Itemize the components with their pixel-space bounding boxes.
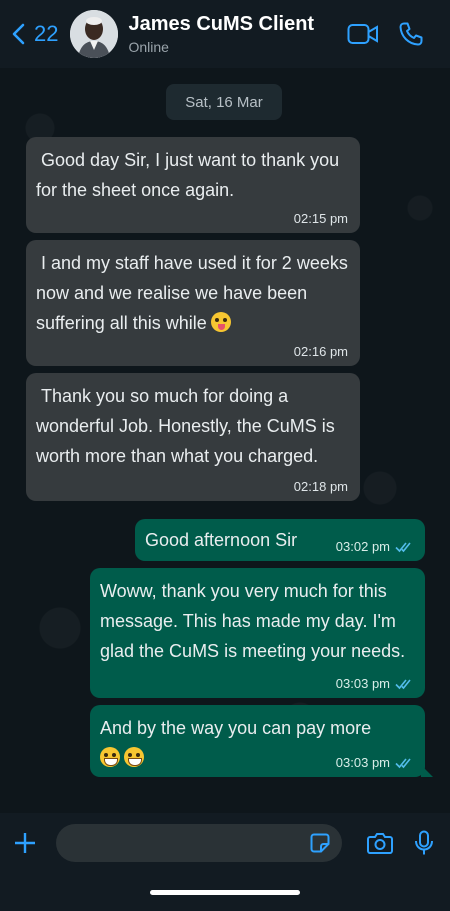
date-separator: Sat, 16 Mar — [166, 84, 282, 120]
message-time: 03:03 pm — [335, 755, 390, 770]
message-meta: 03:03 pm — [336, 755, 413, 771]
message-text-content: I and my staff have used it for 2 weeks … — [36, 253, 353, 333]
back-button[interactable]: 22 — [10, 14, 58, 54]
message-incoming[interactable]: Thank you so much for doing a wonderful … — [26, 373, 360, 501]
voice-message-button[interactable] — [404, 823, 444, 863]
message-text: I and my staff have used it for 2 weeks … — [36, 248, 348, 338]
contact-name: James CuMS Client — [128, 13, 315, 35]
message-time: 03:02 pm — [335, 539, 390, 554]
message-text-content: And by the way you can pay more — [100, 718, 372, 738]
read-receipt-icon — [395, 758, 411, 769]
camera-button[interactable] — [360, 823, 400, 863]
phone-icon — [399, 22, 423, 46]
video-call-button[interactable] — [346, 19, 380, 49]
message-meta: 02:18 pm — [294, 479, 348, 495]
message-meta: 02:15 pm — [294, 211, 348, 227]
message-text: Good day Sir, I just want to thank you f… — [36, 150, 345, 200]
grinning-face-emoji-icon — [100, 747, 120, 767]
bubble-tail — [421, 765, 433, 777]
zany-face-emoji-icon — [210, 312, 231, 332]
contact-info[interactable]: James CuMS Client Online — [128, 13, 314, 55]
message-time: 03:03 pm — [335, 676, 390, 691]
message-meta: 02:16 pm — [294, 344, 348, 360]
read-receipt-icon — [395, 542, 411, 553]
video-call-icon — [347, 24, 378, 44]
avatar[interactable] — [70, 10, 119, 58]
chat-area[interactable]: Sat, 16 Mar Good day Sir, I just want to… — [0, 68, 450, 813]
composer-bar — [0, 813, 450, 873]
message-time: 02:16 pm — [293, 344, 348, 359]
header-actions — [346, 19, 450, 49]
message-text: Thank you so much for doing a wonderful … — [36, 386, 340, 466]
sticker-button[interactable] — [310, 833, 330, 853]
message-outgoing[interactable]: Good afternoon Sir 03:02 pm — [135, 519, 425, 561]
attach-button[interactable] — [10, 828, 40, 858]
message-incoming[interactable]: I and my staff have used it for 2 weeks … — [26, 240, 360, 366]
message-meta: 03:02 pm — [336, 539, 413, 555]
message-input-wrapper — [40, 824, 342, 862]
sticker-icon — [310, 833, 330, 853]
grinning-face-emoji-icon — [124, 747, 144, 767]
message-incoming[interactable]: Good day Sir, I just want to thank you f… — [26, 137, 360, 233]
message-outgoing[interactable]: And by the way you can pay more 03:03 pm — [90, 705, 433, 777]
message-outgoing[interactable]: Woww, thank you very much for this messa… — [90, 568, 425, 698]
contact-status: Online — [128, 39, 169, 55]
unread-count: 22 — [34, 21, 59, 46]
message-time: 02:18 pm — [293, 479, 348, 494]
message-meta: 03:03 pm — [336, 676, 413, 692]
voice-call-button[interactable] — [394, 19, 428, 49]
contact-photo — [70, 10, 119, 58]
microphone-icon — [415, 830, 433, 855]
plus-icon — [15, 833, 35, 853]
read-receipt-icon — [395, 679, 411, 690]
message-input[interactable] — [56, 824, 342, 862]
chevron-left-icon — [12, 23, 25, 45]
home-indicator-area — [0, 873, 450, 911]
home-indicator[interactable] — [150, 890, 300, 895]
camera-icon — [367, 833, 393, 854]
chat-header: 22 James CuMS Client Online — [0, 0, 450, 68]
message-text: Woww, thank you very much for this messa… — [100, 581, 406, 661]
message-time: 02:15 pm — [293, 211, 348, 226]
